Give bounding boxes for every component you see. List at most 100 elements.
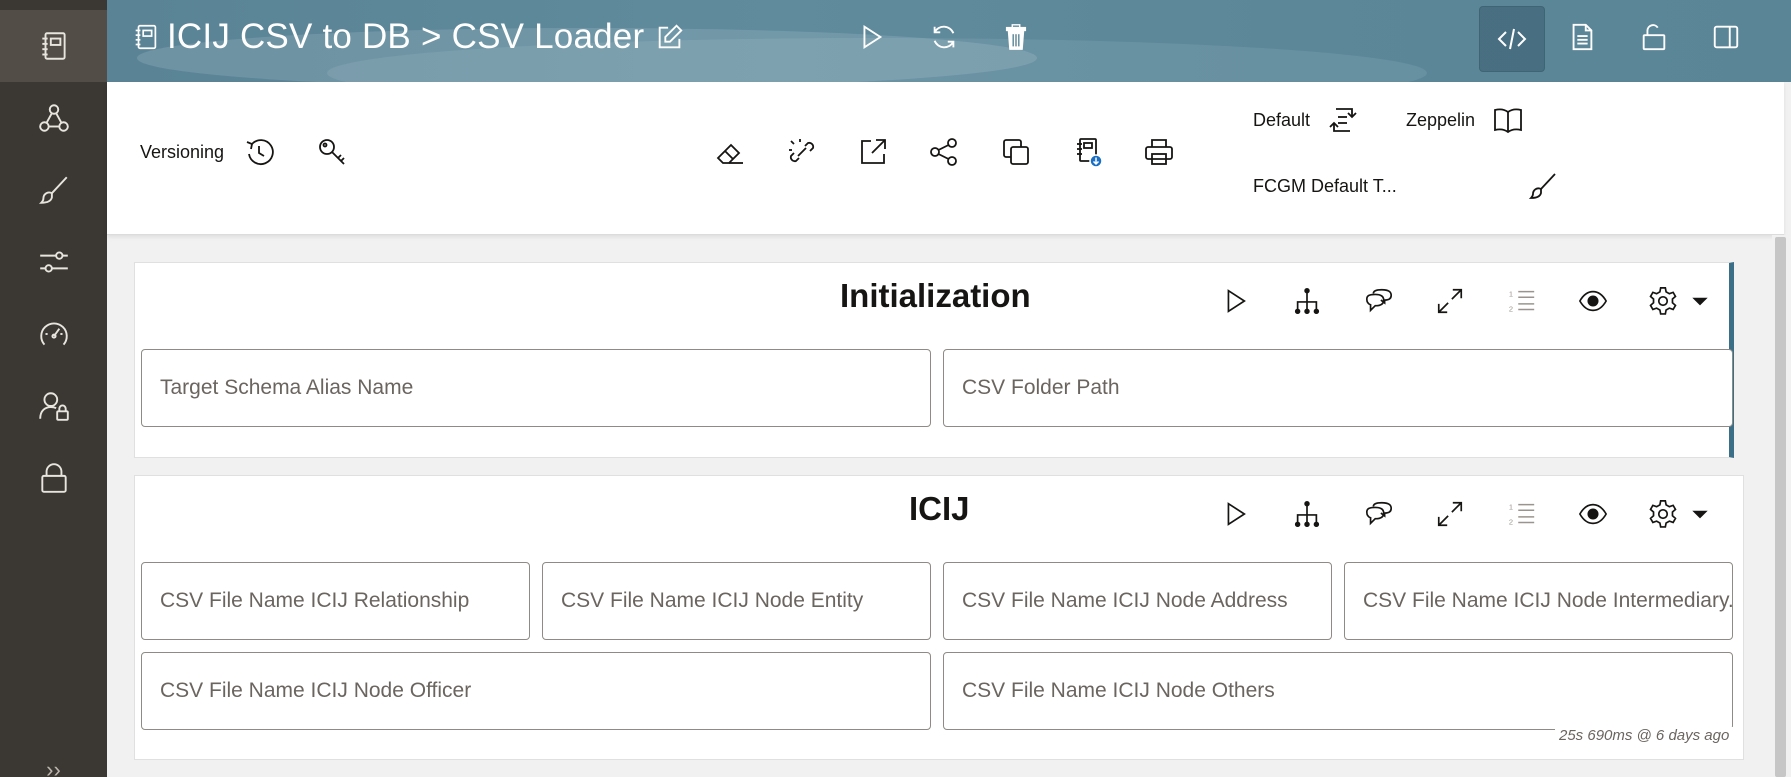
unlock-icon xyxy=(1642,24,1666,51)
csv-node-officer-field[interactable] xyxy=(141,652,931,730)
target-schema-alias-input[interactable] xyxy=(160,376,930,400)
rail-graph[interactable] xyxy=(0,82,107,154)
line-numbers-button[interactable]: 1 2 xyxy=(1504,283,1540,319)
permissions-button[interactable] xyxy=(1637,20,1671,54)
line-numbers-button[interactable]: 1 2 xyxy=(1504,496,1540,532)
csv-node-intermediary-field[interactable] xyxy=(1344,562,1733,640)
gear-icon xyxy=(1649,500,1677,528)
rail-settings[interactable] xyxy=(0,226,107,298)
paragraph-menu-dropdown[interactable] xyxy=(1689,283,1711,319)
svg-text:2: 2 xyxy=(1509,304,1513,313)
csv-relationship-field[interactable] xyxy=(141,562,530,640)
unlink-button[interactable] xyxy=(784,134,820,170)
comments-button[interactable] xyxy=(1361,283,1397,319)
dependencies-button[interactable] xyxy=(1289,496,1325,532)
target-schema-alias-field[interactable] xyxy=(141,349,931,427)
notebook-download-icon xyxy=(1077,138,1103,168)
paragraph-title: ICIJ xyxy=(909,490,970,527)
csv-node-others-field[interactable] xyxy=(943,652,1733,730)
notebook-icon xyxy=(135,24,157,50)
code-view-button[interactable] xyxy=(1479,6,1545,72)
document-icon xyxy=(1572,23,1593,51)
report-view-button[interactable] xyxy=(1565,20,1599,54)
rail-dashboard[interactable] xyxy=(0,298,107,370)
download-notebook-button[interactable] xyxy=(1070,134,1106,170)
csv-node-address-field[interactable] xyxy=(943,562,1332,640)
switch-icon xyxy=(1329,108,1357,132)
paragraph-settings-button[interactable] xyxy=(1645,283,1681,319)
clear-output-button[interactable] xyxy=(712,134,748,170)
paragraph-settings-button[interactable] xyxy=(1645,496,1681,532)
edit-title-button[interactable] xyxy=(653,20,687,54)
export-icon xyxy=(861,139,886,164)
print-icon xyxy=(1145,139,1173,165)
comments-icon xyxy=(1365,501,1393,526)
duplicate-button[interactable] xyxy=(998,134,1034,170)
csv-node-intermediary-input[interactable] xyxy=(1363,589,1732,613)
print-button[interactable] xyxy=(1141,134,1177,170)
csv-node-entity-field[interactable] xyxy=(542,562,931,640)
graph-icon xyxy=(38,104,69,132)
hierarchy-icon xyxy=(1294,287,1320,315)
mode-label[interactable]: Zeppelin xyxy=(1406,110,1475,131)
caret-down-icon xyxy=(1692,510,1708,519)
page-title: CSV Loader xyxy=(451,17,645,56)
rail-notebooks[interactable] xyxy=(0,10,107,82)
run-paragraph-button[interactable] xyxy=(1217,496,1253,532)
share-button[interactable] xyxy=(926,134,962,170)
toggle-visibility-button[interactable] xyxy=(1575,283,1611,319)
paragraph-initialization[interactable]: Initialization 1 2 xyxy=(134,262,1734,458)
brush-icon xyxy=(1528,173,1556,199)
csv-relationship-input[interactable] xyxy=(160,589,529,613)
paragraph-menu-dropdown[interactable] xyxy=(1689,496,1711,532)
csv-node-address-input[interactable] xyxy=(962,589,1331,613)
refresh-icon xyxy=(933,25,955,49)
interpreter-switch-button[interactable] xyxy=(1325,102,1361,138)
paragraph-icij[interactable]: ICIJ 1 2 CSV File Name ICIJ Relationship… xyxy=(134,475,1744,760)
history-icon xyxy=(246,139,274,165)
user-lock-icon xyxy=(38,392,69,421)
svg-text:1: 1 xyxy=(1509,289,1513,298)
template-label[interactable]: FCGM Default T... xyxy=(1253,176,1397,197)
interpreter-label[interactable]: Default xyxy=(1253,110,1310,131)
run-paragraph-button[interactable] xyxy=(1217,283,1253,319)
comments-button[interactable] xyxy=(1361,496,1397,532)
rail-templates[interactable] xyxy=(0,154,107,226)
run-icon xyxy=(863,24,883,50)
run-all-button[interactable] xyxy=(854,20,888,54)
credentials-button[interactable] xyxy=(314,134,350,170)
key-icon xyxy=(319,139,345,165)
code-icon xyxy=(1497,28,1527,50)
caret-down-icon xyxy=(1692,297,1708,306)
eraser-icon xyxy=(716,143,743,164)
rail-user-access[interactable] xyxy=(0,370,107,442)
toggle-panel-button[interactable] xyxy=(1709,20,1743,54)
gear-icon xyxy=(1649,287,1677,315)
numbered-list-icon: 1 2 xyxy=(1509,289,1535,313)
export-button[interactable] xyxy=(855,134,891,170)
brush-icon xyxy=(38,176,67,204)
scrollbar-thumb[interactable] xyxy=(1775,237,1786,777)
template-button[interactable] xyxy=(1525,168,1561,204)
trash-icon xyxy=(1005,24,1027,50)
refresh-button[interactable] xyxy=(927,20,961,54)
csv-node-entity-input[interactable] xyxy=(561,589,930,613)
csv-node-others-input[interactable] xyxy=(962,679,1732,703)
csv-folder-path-field[interactable] xyxy=(943,349,1733,427)
rail-security[interactable] xyxy=(0,442,107,514)
csv-folder-path-input[interactable] xyxy=(962,376,1732,400)
book-icon xyxy=(1494,108,1522,134)
breadcrumb-notebook[interactable]: ICIJ CSV to DB xyxy=(167,17,411,56)
dependencies-button[interactable] xyxy=(1289,283,1325,319)
split-panel-icon xyxy=(1713,25,1739,49)
toggle-visibility-button[interactable] xyxy=(1575,496,1611,532)
expand-button[interactable] xyxy=(1432,496,1468,532)
versioning-label[interactable]: Versioning xyxy=(140,142,224,163)
versioning-button[interactable] xyxy=(241,134,277,170)
eye-icon xyxy=(1578,503,1608,525)
csv-node-officer-input[interactable] xyxy=(160,679,930,703)
expand-button[interactable] xyxy=(1432,283,1468,319)
mode-button[interactable] xyxy=(1490,102,1526,138)
rail-expand[interactable]: ›› xyxy=(0,757,107,777)
delete-notebook-button[interactable] xyxy=(999,20,1033,54)
